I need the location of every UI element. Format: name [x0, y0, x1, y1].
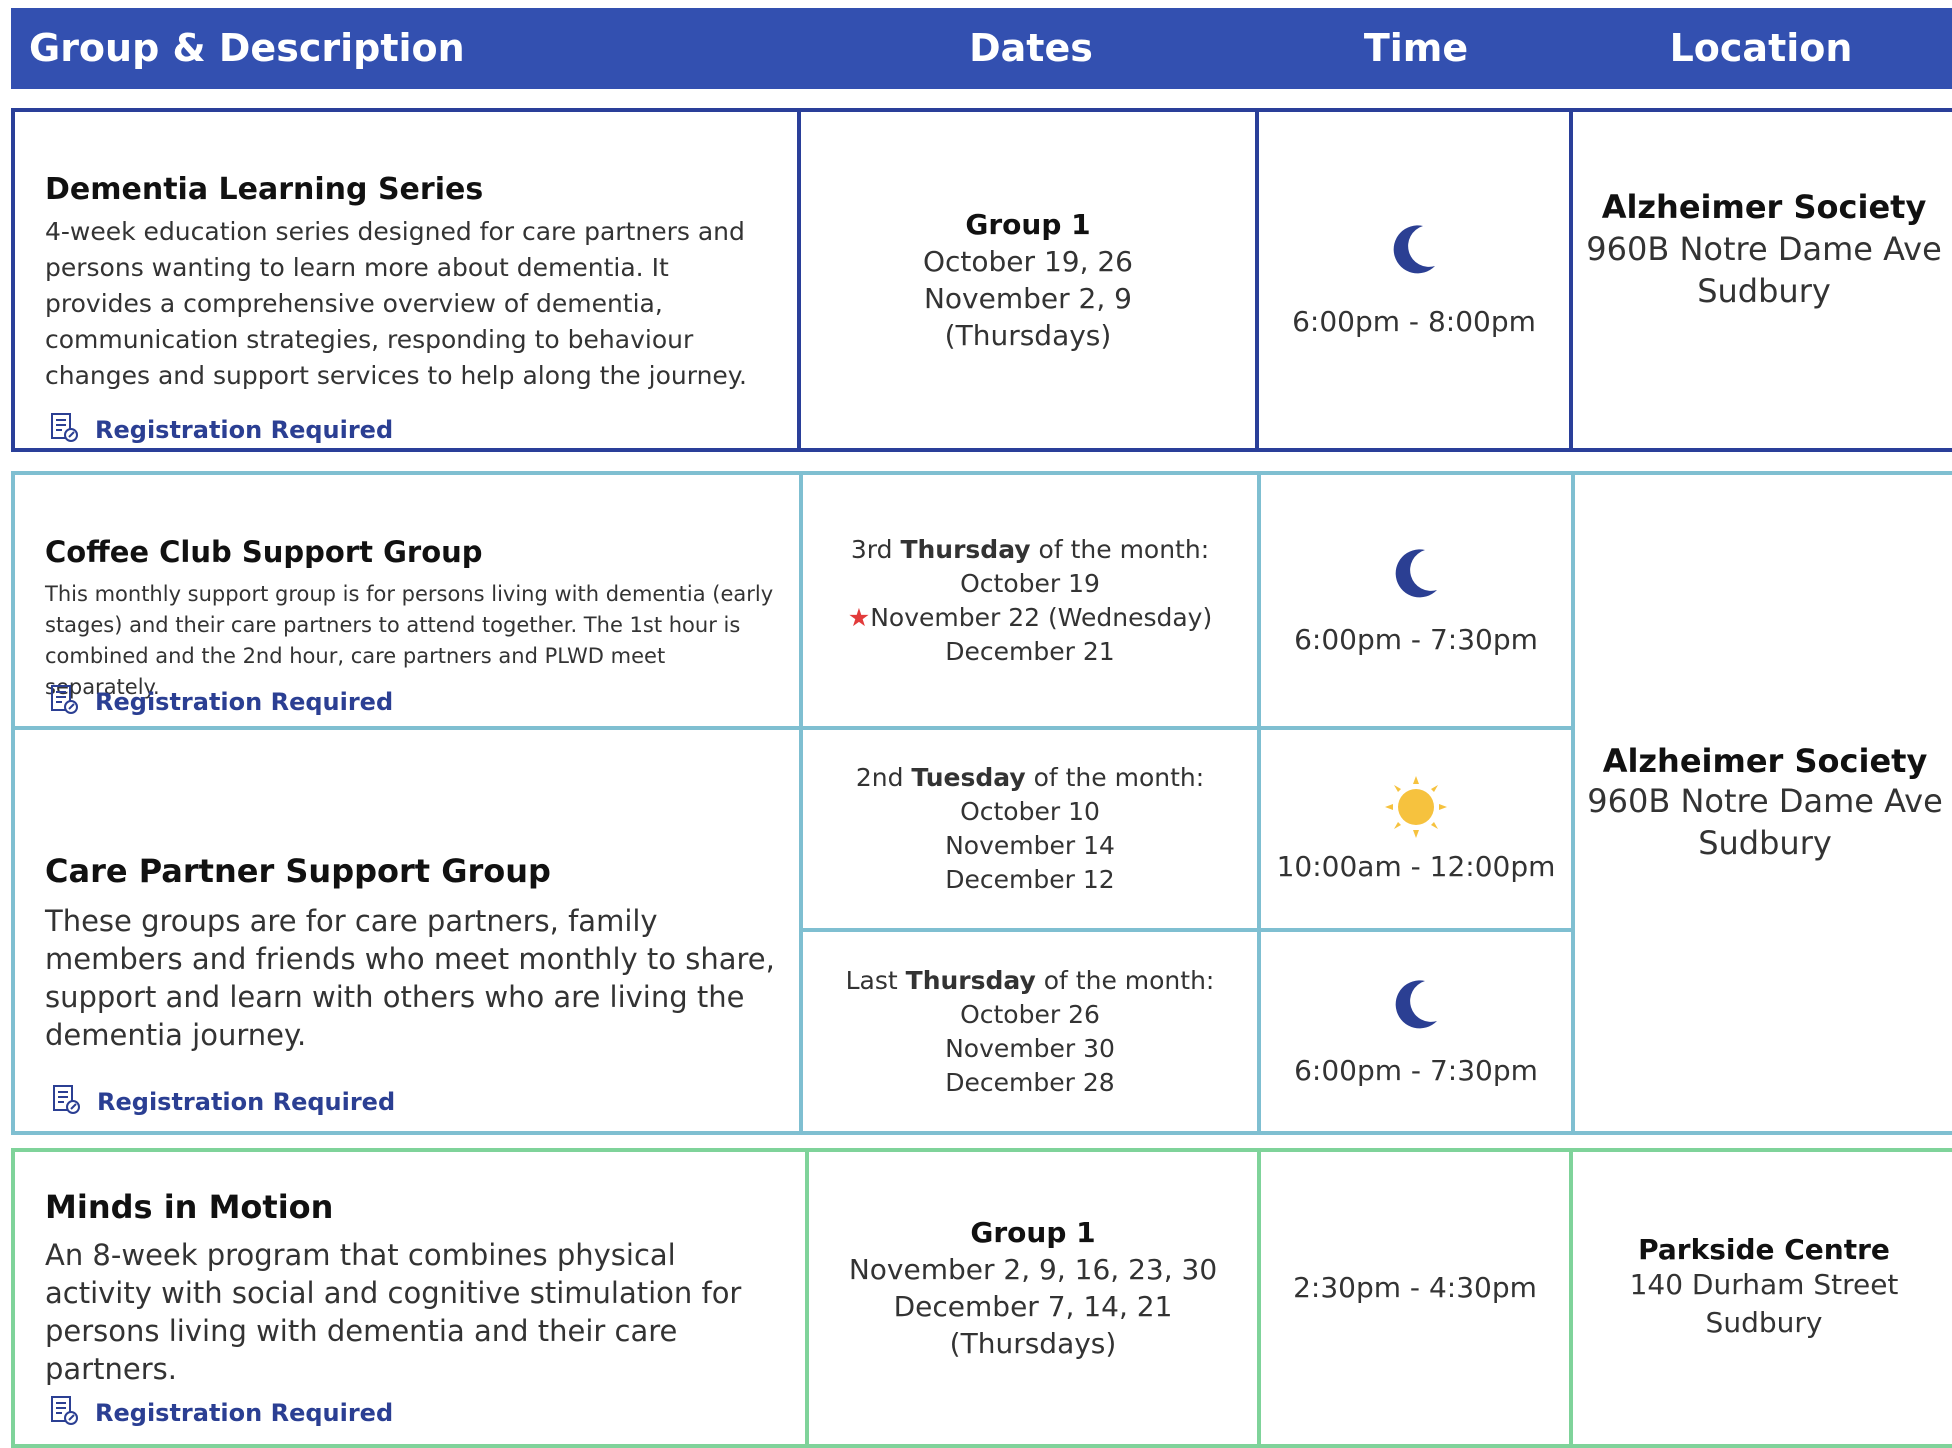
location-name: Alzheimer Society [1602, 742, 1928, 780]
row-dementia-learning-time: 6:00pm - 8:00pm [1255, 108, 1573, 452]
recurrence-ordinal: 2nd [855, 763, 904, 792]
row-minds-in-motion-dates: Group 1 November 2, 9, 16, 23, 30 Decemb… [805, 1148, 1261, 1448]
row-dementia-learning-location: Alzheimer Society 960B Notre Dame Ave Su… [1569, 108, 1952, 452]
header-location: Location [1669, 26, 1853, 70]
dates-group-label: Group 1 [970, 1216, 1096, 1249]
registration-required-link[interactable]: Registration Required [51, 1084, 395, 1120]
row-care-partner-session-dates: 2nd Tuesday of the month: October 10 Nov… [799, 726, 1261, 932]
row-care-partner-session-dates: Last Thursday of the month: October 26 N… [799, 928, 1261, 1135]
registration-form-icon [49, 684, 79, 720]
dates-recurrence: 2nd Tuesday of the month: [856, 761, 1204, 795]
program-title: Minds in Motion [45, 1188, 334, 1226]
row-minds-in-motion-description: Minds in Motion An 8-week program that c… [11, 1148, 809, 1448]
recurrence-suffix: of the month: [1038, 534, 1210, 564]
recurrence-day: Thursday [905, 965, 1036, 995]
dates-line: October 10 [960, 797, 1100, 826]
header-time: Time [1363, 26, 1469, 70]
table-header: Group & Description Dates Time Location [11, 8, 1952, 89]
row-coffee-club-dates: 3rd Thursday of the month: October 19 ★N… [799, 471, 1261, 730]
registration-required-link[interactable]: Registration Required [49, 412, 393, 448]
location-address: 140 Durham Street [1629, 1267, 1899, 1301]
dates-line: November 30 [945, 1033, 1115, 1063]
moon-icon [1391, 546, 1441, 607]
header-dates: Dates [969, 26, 1093, 70]
moon-icon [1391, 977, 1441, 1038]
registration-required-link[interactable]: Registration Required [49, 1395, 393, 1431]
location-address: 960B Notre Dame Ave [1587, 782, 1943, 820]
location-city: Sudbury [1705, 1305, 1823, 1339]
row-dementia-learning-description: Dementia Learning Series 4-week educatio… [11, 108, 801, 452]
registration-form-icon [49, 1395, 79, 1431]
row-minds-in-motion-time: 2:30pm - 4:30pm [1257, 1148, 1573, 1448]
registration-label: Registration Required [95, 416, 394, 444]
row-dementia-learning-dates: Group 1 October 19, 26 November 2, 9 (Th… [797, 108, 1259, 452]
recurrence-ordinal: 3rd [850, 534, 893, 564]
row-care-partner-description: Care Partner Support Group These groups … [11, 726, 803, 1135]
program-description: An 8-week program that combines physical… [45, 1238, 742, 1386]
dates-recurrence: Last Thursday of the month: [846, 964, 1215, 998]
program-title: Care Partner Support Group [45, 852, 551, 890]
dates-line: October 19 [960, 568, 1100, 598]
registration-form-icon [51, 1084, 81, 1120]
dates-recurrence: 3rd Thursday of the month: [848, 533, 1212, 567]
dates-line: December 21 [945, 636, 1115, 666]
location-name: Alzheimer Society [1601, 188, 1927, 226]
registration-required-link[interactable]: Registration Required [49, 684, 393, 720]
dates-line: November 14 [945, 831, 1115, 860]
header-group-description: Group & Description [29, 26, 465, 70]
shared-location-cell: Alzheimer Society 960B Notre Dame Ave Su… [1571, 471, 1952, 1135]
dates-line: December 7, 14, 21 [893, 1290, 1173, 1323]
time-value: 6:00pm - 8:00pm [1292, 305, 1536, 338]
recurrence-day: Tuesday [911, 763, 1026, 792]
location-address: 960B Notre Dame Ave [1586, 230, 1942, 268]
location-city: Sudbury [1698, 824, 1832, 862]
dates-line: December 28 [945, 1067, 1115, 1097]
dates-line: October 26 [960, 999, 1100, 1029]
row-minds-in-motion-location: Parkside Centre 140 Durham Street Sudbur… [1569, 1148, 1952, 1448]
sun-icon [1384, 775, 1448, 844]
dates-line: (Thursdays) [944, 319, 1112, 352]
row-care-partner-session-time: 6:00pm - 7:30pm [1257, 928, 1575, 1135]
dates-line: November 2, 9 [923, 282, 1132, 315]
time-value: 10:00am - 12:00pm [1276, 850, 1556, 883]
registration-label: Registration Required [95, 688, 394, 716]
program-title: Coffee Club Support Group [45, 535, 483, 569]
program-title: Dementia Learning Series [45, 172, 484, 207]
time-value: 2:30pm - 4:30pm [1293, 1270, 1537, 1304]
dates-group-label: Group 1 [965, 208, 1091, 241]
dates-line: October 19, 26 [922, 245, 1133, 278]
row-coffee-club-time: 6:00pm - 7:30pm [1257, 471, 1575, 730]
time-value: 6:00pm - 7:30pm [1294, 1053, 1538, 1087]
dates-line: November 22 (Wednesday) [870, 602, 1213, 632]
row-care-partner-session-time: 10:00am - 12:00pm [1257, 726, 1575, 932]
program-description: These groups are for care partners, fami… [45, 904, 775, 1052]
registration-label: Registration Required [95, 1399, 394, 1427]
location-city: Sudbury [1697, 272, 1831, 310]
recurrence-ordinal: Last [845, 965, 898, 995]
recurrence-suffix: of the month: [1043, 965, 1215, 995]
recurrence-day: Thursday [900, 534, 1031, 564]
moon-icon [1389, 222, 1439, 283]
row-coffee-club-description: Coffee Club Support Group This monthly s… [11, 471, 803, 730]
time-value: 6:00pm - 7:30pm [1294, 622, 1538, 656]
location-name: Parkside Centre [1638, 1232, 1890, 1266]
registration-form-icon [49, 412, 79, 448]
star-icon: ★ [847, 602, 871, 632]
dates-line: November 2, 9, 16, 23, 30 [848, 1253, 1218, 1286]
dates-line: December 12 [945, 865, 1115, 894]
dates-line: (Thursdays) [949, 1327, 1117, 1360]
registration-label: Registration Required [97, 1088, 396, 1116]
recurrence-suffix: of the month: [1033, 763, 1205, 792]
program-description: 4-week education series designed for car… [45, 217, 747, 390]
